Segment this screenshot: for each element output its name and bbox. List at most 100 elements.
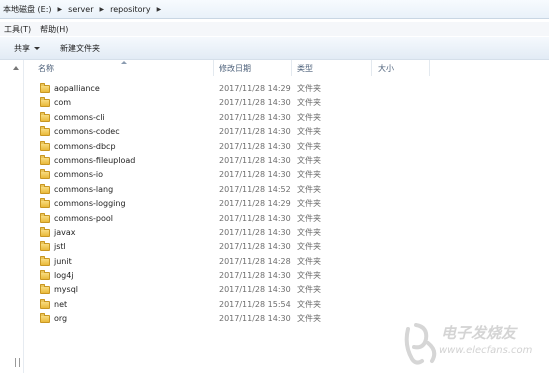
row-type: 文件夹: [297, 199, 321, 209]
folder-icon: [40, 154, 50, 165]
row-name: commons-codec: [54, 127, 120, 137]
row-type: 文件夹: [297, 271, 321, 281]
folder-icon: [40, 198, 50, 209]
row-name: javax: [54, 227, 76, 237]
breadcrumb-drive-label: 本地磁盘 (E:): [3, 4, 52, 14]
row-type: 文件夹: [297, 227, 321, 237]
row-name: junit: [54, 256, 72, 266]
row-date: 2017/11/28 14:29: [219, 84, 291, 93]
folder-icon: [40, 183, 50, 194]
sort-ascending-icon: [121, 61, 127, 64]
row-date: 2017/11/28 14:52: [219, 184, 291, 194]
row-date: 2017/11/28 14:30: [219, 227, 291, 237]
table-row[interactable]: commons-lang 2017/11/28 14:52 文件夹: [0, 183, 549, 197]
menu-bar: 工具(T) 帮助(H): [0, 22, 549, 36]
row-type: 文件夹: [297, 299, 321, 309]
breadcrumb-repository-label: repository: [110, 4, 151, 14]
row-date: 2017/11/28 14:30: [219, 242, 291, 252]
row-date: 2017/11/28 14:30: [219, 271, 291, 281]
column-header-type[interactable]: 类型: [292, 60, 372, 76]
menu-tools[interactable]: 工具(T): [0, 24, 36, 35]
row-type: 文件夹: [297, 127, 321, 137]
row-date: 2017/11/28 15:54: [219, 299, 291, 309]
table-row[interactable]: mysql 2017/11/28 14:30 文件夹: [0, 283, 549, 297]
table-row[interactable]: com 2017/11/28 14:30 文件夹: [0, 96, 549, 110]
scroll-up-icon[interactable]: [13, 66, 19, 70]
table-row[interactable]: commons-dbcp 2017/11/28 14:30 文件夹: [0, 140, 549, 154]
row-date: 2017/11/28 14:30: [219, 127, 291, 137]
row-date: 2017/11/28 14:30: [219, 112, 291, 122]
table-row[interactable]: net 2017/11/28 15:54 文件夹: [0, 298, 549, 312]
table-row[interactable]: commons-fileupload 2017/11/28 14:30 文件夹: [0, 154, 549, 168]
row-name: org: [54, 314, 68, 324]
menu-help[interactable]: 帮助(H): [36, 24, 73, 35]
row-date: 2017/11/28 14:30: [219, 213, 291, 223]
folder-icon: [40, 270, 50, 281]
breadcrumb-server[interactable]: server: [68, 0, 93, 18]
table-row[interactable]: commons-logging 2017/11/28 14:29 文件夹: [0, 197, 549, 211]
folder-icon: [40, 169, 50, 180]
row-type: 文件夹: [297, 141, 321, 151]
table-row[interactable]: commons-io 2017/11/28 14:30 文件夹: [0, 168, 549, 182]
folder-icon: [40, 284, 50, 295]
share-button[interactable]: 共享: [14, 43, 40, 54]
folder-icon: [40, 226, 50, 237]
pane-splitter-grip-icon[interactable]: [15, 358, 20, 367]
file-list: aopalliance 2017/11/28 14:29 文件夹 com 2017/11…: [0, 82, 549, 327]
folder-icon: [40, 255, 50, 266]
row-name: com: [54, 98, 72, 108]
breadcrumb-chevron-icon[interactable]: ▶: [100, 6, 105, 13]
row-name: log4j: [54, 271, 74, 281]
share-label: 共享: [14, 43, 30, 53]
row-type: 文件夹: [297, 112, 321, 122]
table-row[interactable]: commons-codec 2017/11/28 14:30 文件夹: [0, 125, 549, 139]
folder-icon: [40, 140, 50, 151]
breadcrumb-chevron-icon[interactable]: ▶: [58, 6, 63, 13]
row-type: 文件夹: [297, 256, 321, 266]
column-header-name[interactable]: 名称: [24, 60, 214, 76]
row-name: commons-logging: [54, 199, 126, 209]
folder-icon: [40, 212, 50, 223]
row-name: aopalliance: [54, 84, 100, 93]
address-bar[interactable]: 本地磁盘 (E:) ▶ server ▶ repository ▶: [0, 0, 549, 19]
folder-icon: [40, 97, 50, 108]
column-header-size[interactable]: 大小: [372, 60, 430, 76]
row-name: commons-dbcp: [54, 141, 116, 151]
row-type: 文件夹: [297, 84, 321, 93]
table-row[interactable]: commons-cli 2017/11/28 14:30 文件夹: [0, 111, 549, 125]
breadcrumb-drive[interactable]: 本地磁盘 (E:): [3, 0, 52, 18]
row-type: 文件夹: [297, 213, 321, 223]
breadcrumb-repository[interactable]: repository: [110, 0, 150, 18]
row-name: commons-fileupload: [54, 155, 136, 165]
row-date: 2017/11/28 14:30: [219, 98, 291, 108]
table-row[interactable]: log4j 2017/11/28 14:30 文件夹: [0, 269, 549, 283]
table-row[interactable]: commons-pool 2017/11/28 14:30 文件夹: [0, 212, 549, 226]
row-date: 2017/11/28 14:30: [219, 314, 291, 324]
row-name: jstl: [54, 242, 66, 252]
row-name: commons-pool: [54, 213, 113, 223]
column-name-label: 名称: [38, 63, 54, 73]
row-type: 文件夹: [297, 155, 321, 165]
row-date: 2017/11/28 14:30: [219, 170, 291, 180]
row-name: mysql: [54, 285, 78, 295]
watermark-text: 电子发烧友: [441, 324, 517, 342]
table-row[interactable]: aopalliance 2017/11/28 14:29 文件夹: [0, 82, 549, 96]
folder-icon: [40, 241, 50, 252]
folder-icon: [40, 313, 50, 324]
table-row[interactable]: javax 2017/11/28 14:30 文件夹: [0, 226, 549, 240]
folder-icon: [40, 126, 50, 137]
watermark-url: www.elecfans.com: [439, 345, 533, 356]
new-folder-button[interactable]: 新建文件夹: [60, 43, 100, 54]
breadcrumb-chevron-icon[interactable]: ▶: [157, 6, 162, 13]
new-folder-label: 新建文件夹: [60, 43, 100, 53]
watermark: 电子发烧友 www.elecfans.com: [399, 318, 547, 370]
row-type: 文件夹: [297, 184, 321, 194]
column-date-label: 修改日期: [219, 63, 251, 73]
table-row[interactable]: junit 2017/11/28 14:28 文件夹: [0, 255, 549, 269]
folder-icon: [40, 83, 50, 93]
column-type-label: 类型: [297, 63, 313, 73]
row-date: 2017/11/28 14:30: [219, 155, 291, 165]
elecfans-logo-icon: [404, 323, 437, 365]
column-header-date[interactable]: 修改日期: [214, 60, 292, 76]
table-row[interactable]: jstl 2017/11/28 14:30 文件夹: [0, 240, 549, 254]
